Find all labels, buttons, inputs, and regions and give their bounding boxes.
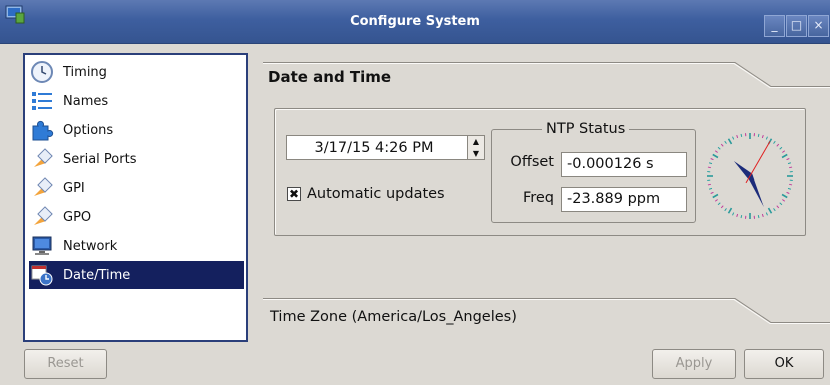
clock-tick — [707, 183, 711, 186]
nav-item-gpi[interactable]: GPI — [29, 174, 244, 202]
automatic-updates-label: Automatic updates — [307, 186, 445, 202]
clock-tick — [736, 213, 739, 218]
list-icon — [29, 88, 55, 114]
clock-tick — [727, 207, 733, 214]
nav-item-label: GPO — [63, 209, 92, 225]
freq-field: -23.889 ppm — [561, 187, 687, 212]
clock-tick — [773, 208, 776, 212]
close-button[interactable]: × — [808, 15, 829, 37]
clock-tick — [789, 183, 793, 186]
ok-button[interactable]: OK — [744, 349, 824, 379]
clock-tick — [765, 212, 768, 216]
section-title: Date and Time — [268, 68, 392, 86]
clock-tick — [787, 162, 792, 165]
nav-item-network[interactable]: Network — [29, 232, 244, 260]
clock-tick — [736, 134, 739, 139]
offset-label: Offset — [510, 154, 554, 170]
plug-icon — [29, 204, 55, 230]
clock-tick — [717, 146, 721, 150]
clock-tick — [740, 133, 743, 137]
nav-item-timing[interactable]: Timing — [29, 58, 244, 86]
clock-tick — [773, 140, 776, 144]
timezone-label[interactable]: Time Zone (America/Los_Angeles) — [270, 309, 517, 325]
nav-item-label: Timing — [63, 64, 107, 80]
clock-tick — [720, 205, 724, 209]
clock-tick — [732, 136, 735, 140]
title-bar: Configure System _ □ × — [0, 0, 830, 44]
nav-item-gpo[interactable]: GPO — [29, 203, 244, 231]
nav-item-date-time[interactable]: Date/Time — [29, 261, 244, 289]
clock-tick — [710, 191, 714, 194]
clock-tick — [787, 187, 792, 190]
clock-tick — [708, 187, 713, 190]
calendar-clock-icon — [29, 262, 55, 288]
freq-label: Freq — [522, 190, 554, 206]
clock-icon — [29, 59, 55, 85]
apply-button[interactable]: Apply — [652, 349, 736, 379]
automatic-updates-row[interactable]: ✖ Automatic updates — [287, 186, 445, 202]
clock-tick — [717, 202, 721, 206]
nav-item-names[interactable]: Names — [29, 87, 244, 115]
clock-second-hand — [745, 141, 771, 184]
clock-tick — [767, 207, 773, 214]
nav-item-label: GPI — [63, 180, 85, 196]
clock-tick — [789, 166, 793, 169]
datetime-stepper[interactable]: ▲ ▼ — [467, 136, 484, 159]
window-title: Configure System — [350, 14, 480, 29]
analog-clock-icon — [707, 133, 793, 219]
clock-tick — [707, 166, 711, 169]
clock-tick — [765, 136, 768, 140]
spin-up-icon[interactable]: ▲ — [468, 136, 484, 148]
category-list[interactable]: Timing Names Options Serial Ports GPI GP… — [23, 53, 248, 342]
clock-tick — [776, 143, 780, 147]
clock-tick — [779, 146, 783, 150]
clock-tick — [786, 191, 790, 194]
clock-tick — [710, 158, 714, 161]
clock-tick — [781, 193, 788, 199]
automatic-updates-checkbox[interactable]: ✖ — [287, 187, 301, 201]
nav-item-serial-ports[interactable]: Serial Ports — [29, 145, 244, 173]
puzzle-icon — [29, 117, 55, 143]
reset-button[interactable]: Reset — [24, 349, 107, 379]
clock-tick — [757, 133, 760, 137]
spin-down-icon[interactable]: ▼ — [468, 148, 484, 160]
clock-tick — [724, 208, 727, 212]
clock-tick — [714, 199, 718, 202]
datetime-spinbox[interactable]: 3/17/15 4:26 PM ▲ ▼ — [286, 135, 485, 160]
offset-field: -0.000126 s — [561, 152, 687, 177]
monitor-icon — [29, 233, 55, 259]
clock-tick — [720, 143, 724, 147]
ntp-status-title: NTP Status — [542, 121, 630, 137]
clock-tick — [776, 205, 780, 209]
clock-tick — [732, 212, 735, 216]
clock-tick — [724, 140, 727, 144]
clock-tick — [761, 213, 764, 218]
clock-tick — [708, 162, 713, 165]
clock-tick — [782, 150, 786, 153]
clock-tick — [712, 153, 719, 159]
clock-tick — [714, 150, 718, 153]
plug-icon — [29, 175, 55, 201]
nav-item-label: Names — [63, 93, 109, 109]
nav-item-label: Options — [63, 122, 114, 138]
datetime-value[interactable]: 3/17/15 4:26 PM — [287, 140, 467, 156]
maximize-button[interactable]: □ — [786, 15, 807, 37]
clock-tick — [786, 158, 790, 161]
clock-tick — [782, 199, 786, 202]
nav-item-label: Date/Time — [63, 267, 131, 283]
minimize-button[interactable]: _ — [764, 15, 785, 37]
plug-icon — [29, 146, 55, 172]
clock-tick — [781, 153, 788, 159]
clock-tick — [779, 202, 783, 206]
nav-item-options[interactable]: Options — [29, 116, 244, 144]
clock-tick — [761, 134, 764, 139]
clock-tick — [727, 138, 733, 145]
clock-tick — [712, 193, 719, 199]
clock-tick — [757, 215, 760, 219]
clock-tick — [740, 215, 743, 219]
nav-item-label: Serial Ports — [63, 151, 137, 167]
nav-item-label: Network — [63, 238, 118, 254]
